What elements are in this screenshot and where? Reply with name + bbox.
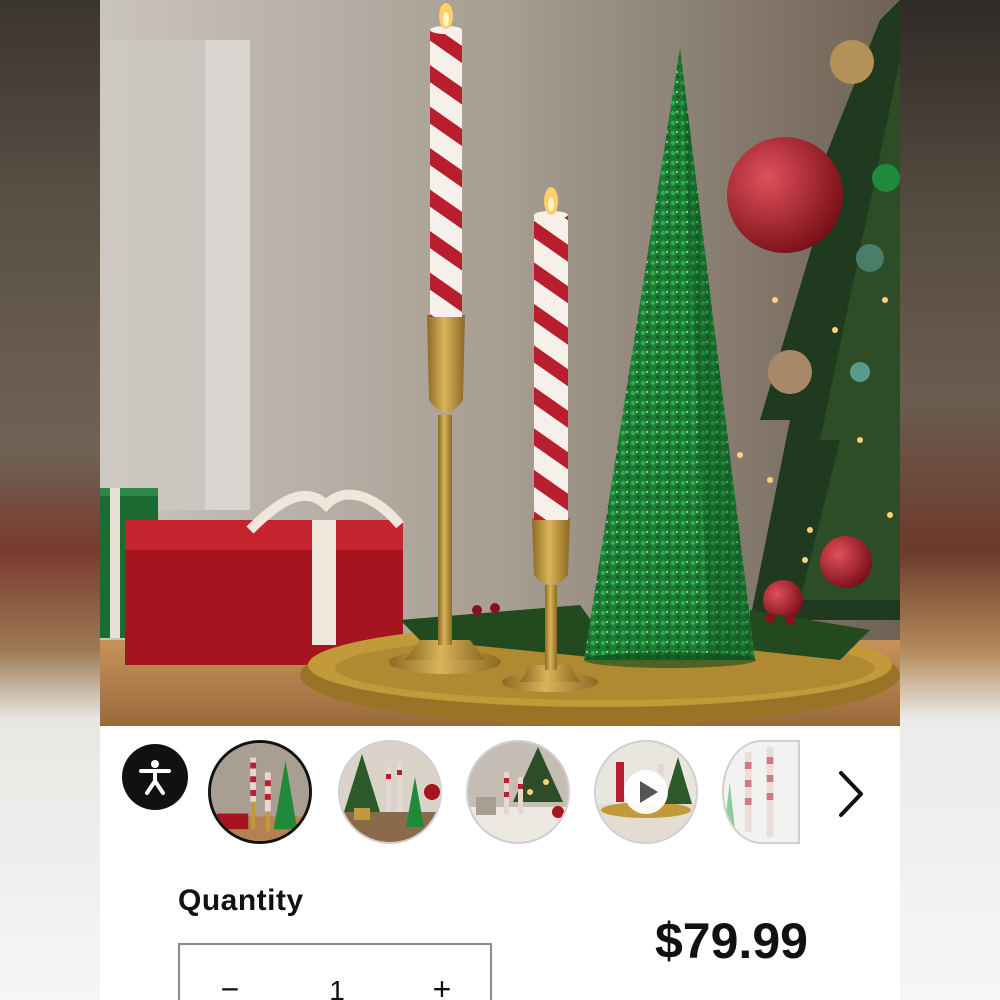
thumbnail-table-image — [468, 742, 568, 842]
thumbnail-3[interactable] — [466, 740, 570, 844]
thumbnail-4-video[interactable] — [594, 740, 698, 844]
thumbnail-candle-closeup-image — [724, 742, 798, 842]
thumbnail-5[interactable] — [722, 740, 800, 844]
carousel-next-button[interactable] — [828, 766, 872, 822]
quantity-value[interactable]: 1 — [317, 975, 357, 1000]
product-photo — [100, 0, 900, 726]
blurred-left-background — [0, 0, 100, 1000]
thumbnail-lifestyle-image — [340, 742, 440, 842]
thumbnail-video-image — [596, 742, 696, 842]
chevron-right-icon — [839, 771, 863, 817]
thumbnail-1[interactable] — [208, 740, 312, 844]
thumbnail-2[interactable] — [338, 740, 442, 844]
accessibility-button[interactable] — [122, 744, 188, 810]
thumbnail-candles-image — [211, 743, 309, 841]
product-price: $79.99 — [655, 913, 808, 969]
quantity-label: Quantity — [178, 884, 304, 917]
increment-button[interactable]: + — [422, 969, 462, 1000]
accessibility-icon — [139, 760, 171, 795]
quantity-stepper: − 1 + — [178, 943, 492, 1000]
blurred-right-background — [900, 0, 1000, 1000]
decrement-button[interactable]: − — [210, 969, 250, 1000]
thumbnail-carousel — [100, 726, 900, 866]
product-main-image[interactable] — [100, 0, 900, 726]
product-page: Quantity $79.99 − 1 + — [100, 0, 900, 1000]
